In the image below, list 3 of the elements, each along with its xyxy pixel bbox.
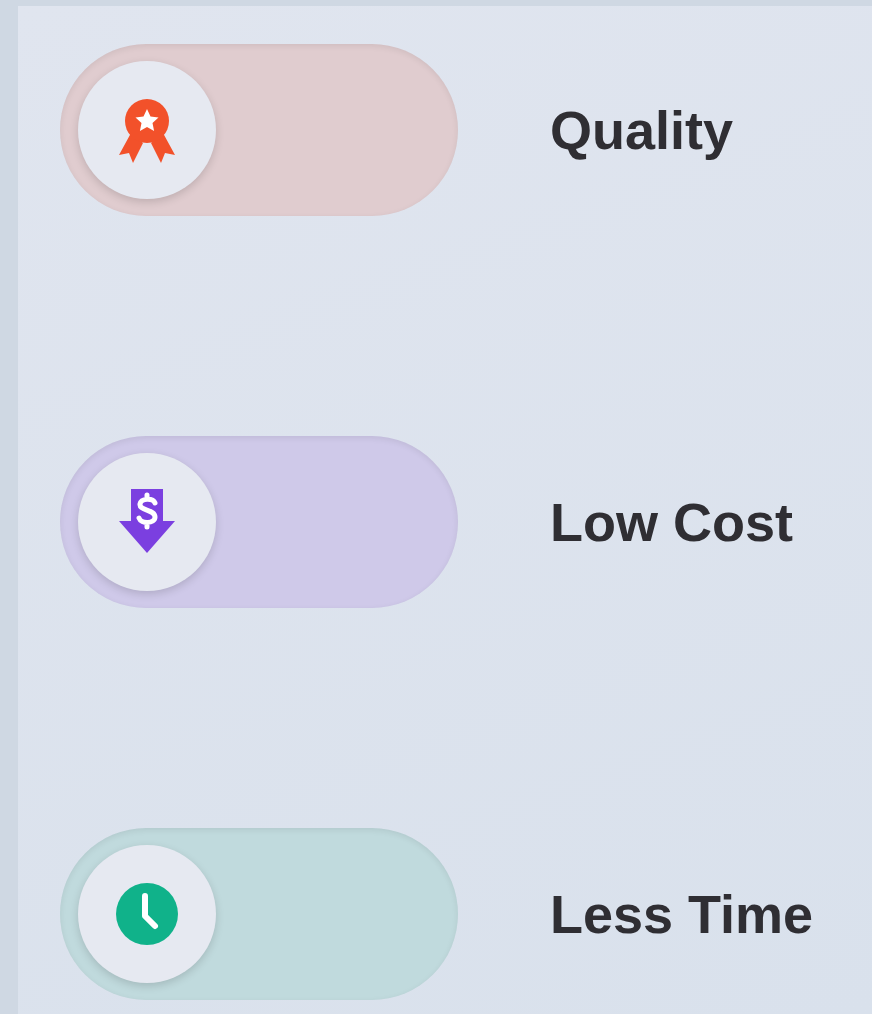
toggle-label: Less Time	[550, 883, 814, 945]
toggle-label: Quality	[550, 99, 734, 161]
toggle-label: Low Cost	[550, 491, 793, 553]
